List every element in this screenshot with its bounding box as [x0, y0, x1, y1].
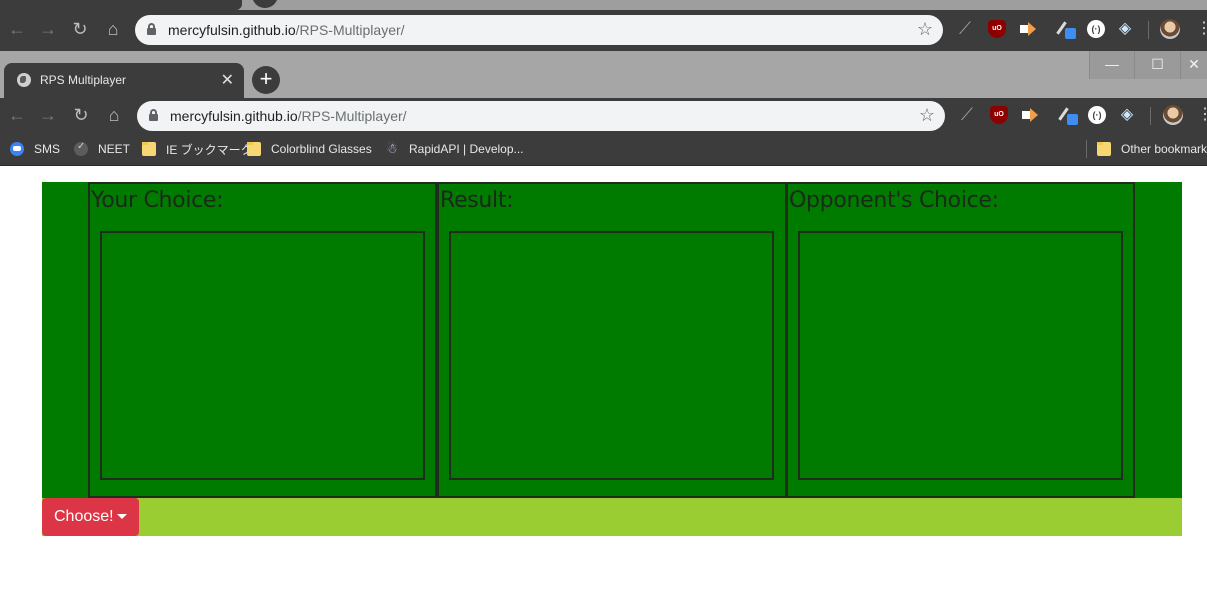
tabstrip: RPS Multiplayer ✕ + — ☐ ✕: [0, 51, 1207, 98]
url-host: mercyfulsin.github.io: [168, 22, 296, 38]
bookmark-star-icon[interactable]: ☆: [919, 105, 935, 126]
background-browser-chrome: ← → ↻ ⌂ mercyfulsin.github.io/RPS-Multip…: [0, 0, 1207, 51]
bookmarks-divider: [1086, 140, 1087, 158]
tab-title: RPS Multiplayer: [40, 73, 127, 87]
minimize-button[interactable]: —: [1089, 51, 1134, 79]
address-url: mercyfulsin.github.io/RPS-Multiplayer/: [170, 108, 407, 124]
diamond-icon[interactable]: ◈: [1116, 20, 1134, 38]
home-icon[interactable]: ⌂: [103, 104, 125, 126]
caret-down-icon: [117, 514, 127, 519]
url-path: /RPS-Multiplayer/: [295, 22, 405, 38]
address-url: mercyfulsin.github.io/RPS-Multiplayer/: [168, 22, 405, 38]
arrow-extension-icon[interactable]: [1019, 20, 1037, 38]
eyedropper-icon[interactable]: [1056, 20, 1076, 39]
tab-close-icon[interactable]: ✕: [221, 70, 234, 90]
bookmark-colorblind-folder[interactable]: Colorblind Glasses: [247, 140, 372, 158]
tab-rps-multiplayer[interactable]: RPS Multiplayer ✕: [4, 63, 244, 98]
background-tabstrip: [0, 0, 1207, 10]
panel-title: Result:: [440, 188, 514, 213]
bookmark-label: IE ブックマーク: [166, 142, 253, 157]
bookmark-rapidapi[interactable]: ☃ RapidAPI | Develop...: [385, 140, 524, 158]
bookmark-label: NEET: [98, 142, 131, 156]
result-display: [449, 231, 774, 480]
controls-bar: Choose!: [42, 498, 1182, 536]
other-bookmarks-label: Other bookmarks: [1121, 142, 1207, 156]
panel-title: Opponent's Choice:: [789, 188, 999, 213]
globe-icon: [17, 73, 31, 87]
arrow-extension-icon[interactable]: [1021, 106, 1039, 124]
opponent-choice-panel: Opponent's Choice:: [786, 182, 1135, 498]
back-icon[interactable]: ←: [6, 18, 28, 40]
eyedropper-icon[interactable]: [1058, 106, 1078, 125]
forward-icon[interactable]: →: [37, 104, 59, 126]
game-board: Your Choice: Result: Opponent's Choice:: [42, 182, 1182, 498]
profile-avatar[interactable]: [1160, 19, 1180, 39]
bookmarks-bar: SMS NEET IE ブックマーク Colorblind Glasses ☃ R…: [0, 133, 1207, 165]
ublock-icon[interactable]: uO: [988, 20, 1006, 38]
choose-label: Choose!: [54, 508, 114, 525]
diamond-icon[interactable]: ◈: [1118, 106, 1136, 124]
neet-icon: [74, 141, 88, 156]
url-path: /RPS-Multiplayer/: [297, 108, 407, 124]
reload-icon[interactable]: ↻: [70, 104, 92, 126]
folder-icon: [1097, 142, 1111, 156]
feather-icon[interactable]: ⟋: [958, 106, 976, 124]
bookmark-label: SMS: [34, 142, 61, 156]
maximize-button[interactable]: ☐: [1134, 51, 1180, 79]
bookmark-label: Colorblind Glasses: [271, 142, 372, 156]
dark-reader-icon[interactable]: (·): [1087, 20, 1105, 38]
your-choice-display: [100, 231, 425, 480]
new-tab-button[interactable]: +: [252, 66, 280, 94]
background-tab[interactable]: [0, 0, 242, 10]
bookmark-star-icon[interactable]: ☆: [917, 19, 933, 40]
lock-icon: [147, 23, 156, 35]
feather-icon[interactable]: ⟋: [956, 20, 974, 38]
bookmark-neet[interactable]: NEET: [74, 140, 130, 158]
window-controls: — ☐ ✕: [1089, 51, 1207, 79]
menu-icon[interactable]: ⋮: [1196, 18, 1207, 40]
sms-icon: [10, 142, 24, 156]
your-choice-panel: Your Choice:: [88, 182, 437, 498]
background-toolbar: ← → ↻ ⌂ mercyfulsin.github.io/RPS-Multip…: [0, 12, 1207, 47]
back-icon[interactable]: ←: [6, 104, 28, 126]
toolbar-divider: [1150, 107, 1151, 125]
choose-dropdown-button[interactable]: Choose!: [42, 498, 139, 536]
toolbar-divider: [1148, 21, 1149, 39]
result-panel: Result:: [437, 182, 787, 498]
opponent-choice-display: [798, 231, 1123, 480]
background-address-bar[interactable]: mercyfulsin.github.io/RPS-Multiplayer/ ☆: [135, 15, 943, 45]
home-icon[interactable]: ⌂: [102, 18, 124, 40]
bookmark-label: RapidAPI | Develop...: [409, 142, 524, 156]
address-bar[interactable]: mercyfulsin.github.io/RPS-Multiplayer/ ☆: [137, 101, 945, 131]
menu-icon[interactable]: ⋮: [1197, 104, 1207, 126]
bookmark-sms[interactable]: SMS: [10, 140, 60, 158]
forward-icon[interactable]: →: [37, 18, 59, 40]
lock-icon: [149, 109, 158, 121]
folder-icon: [142, 142, 156, 156]
panel-title: Your Choice:: [91, 188, 224, 213]
background-new-tab-button[interactable]: [252, 0, 278, 8]
dark-reader-icon[interactable]: (·): [1088, 106, 1106, 124]
reload-icon[interactable]: ↻: [69, 18, 91, 40]
ublock-icon[interactable]: uO: [990, 106, 1008, 124]
bookmark-ie-folder[interactable]: IE ブックマーク: [142, 140, 253, 158]
rapidapi-icon: ☃: [386, 141, 398, 156]
toolbar: ← → ↻ ⌂ mercyfulsin.github.io/RPS-Multip…: [0, 98, 1207, 133]
url-host: mercyfulsin.github.io: [170, 108, 298, 124]
folder-icon: [247, 142, 261, 156]
close-window-button[interactable]: ✕: [1180, 51, 1207, 79]
chrome-divider: [0, 165, 1207, 166]
profile-avatar[interactable]: [1163, 105, 1183, 125]
other-bookmarks[interactable]: Other bookmarks: [1097, 140, 1207, 158]
